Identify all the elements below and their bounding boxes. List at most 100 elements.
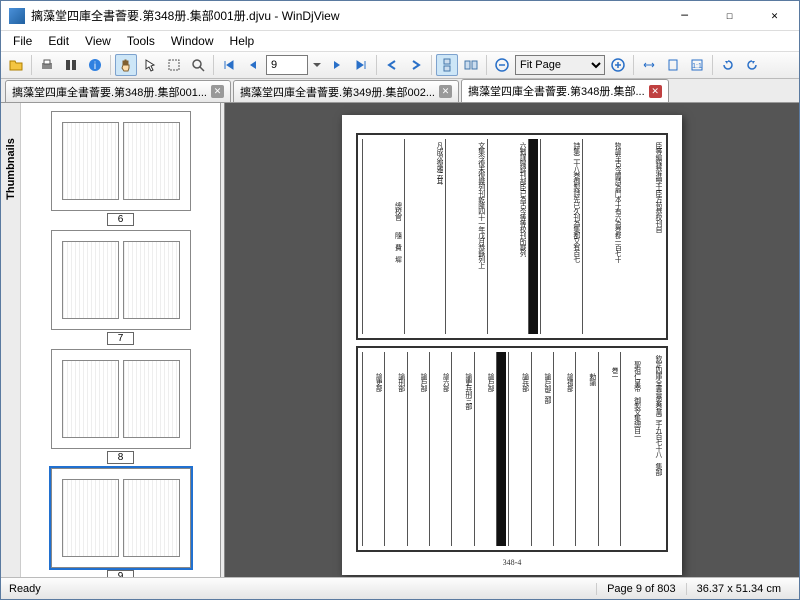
text-column: 物諭至古今體詩為門本十有六為巻都一百七十 [582, 139, 622, 334]
thumbnail[interactable]: 6 [51, 111, 191, 226]
tab-close-icon[interactable]: ✕ [649, 85, 662, 98]
thumbnail[interactable]: 7 [51, 230, 191, 345]
text-column: 諭刑部 [384, 352, 404, 547]
fit-width-icon[interactable] [638, 54, 660, 76]
menu-edit[interactable]: Edit [40, 32, 77, 50]
text-column: 巻一 [598, 352, 618, 547]
page-number-label: 348-4 [356, 558, 668, 567]
open-icon[interactable] [5, 54, 27, 76]
thumbnail-image [51, 230, 191, 330]
status-ready: Ready [9, 583, 596, 595]
first-page-icon[interactable] [218, 54, 240, 76]
binding-marker [496, 352, 506, 547]
svg-text:i: i [94, 61, 96, 72]
binding-marker [528, 139, 538, 334]
rotate-left-icon[interactable] [717, 54, 739, 76]
continuous-layout-icon[interactable] [436, 54, 458, 76]
sidebar-tab-label: Thumbnails [5, 138, 17, 200]
text-column: 諭禮部 [553, 352, 573, 547]
print-icon[interactable] [36, 54, 58, 76]
text-column: 總校官 隨 費 墀 [362, 139, 402, 334]
thumbnail-number: 9 [107, 570, 135, 577]
menu-view[interactable]: View [77, 32, 119, 50]
minimize-button[interactable]: ─ [662, 1, 707, 30]
rotate-right-icon[interactable] [741, 54, 763, 76]
text-column: 諭吏部 [362, 352, 382, 547]
tab-close-icon[interactable]: ✕ [211, 85, 224, 98]
page-viewer[interactable]: 臣等編錄恭進學士臣方苞恭校刊自物諭至古今體詩為門本十有六為巻都一百七十詩集二十八… [225, 103, 799, 577]
text-column: 文集今復未復幾列刊乾隆四十一年戊月恭錄列上 [445, 139, 485, 334]
tab-close-icon[interactable]: ✕ [439, 85, 452, 98]
actual-size-icon[interactable]: 1:1 [686, 54, 708, 76]
thumbnail[interactable]: 9 [51, 468, 191, 577]
tab-label: 摛藻堂四庫全書薈要.第348册.集部001... [12, 84, 207, 100]
hand-tool-icon[interactable] [115, 54, 137, 76]
text-column: 聖祖仁皇帝 御製文集總目一 [620, 352, 640, 547]
back-icon[interactable] [381, 54, 403, 76]
fit-page-icon[interactable] [662, 54, 684, 76]
toolbar: i Fit Page 1:1 [1, 51, 799, 79]
menu-file[interactable]: File [5, 32, 40, 50]
titlebar: 摛藻堂四庫全書薈要.第348册.集部001册.djvu - WinDjView … [1, 1, 799, 31]
document-tab[interactable]: 摛藻堂四庫全書薈要.第348册.集部... ✕ [461, 79, 669, 102]
last-page-icon[interactable] [350, 54, 372, 76]
text-column: 勅諭 [575, 352, 595, 547]
magnify-tool-icon[interactable] [187, 54, 209, 76]
maximize-button[interactable]: ☐ [707, 1, 752, 30]
tabbar: 摛藻堂四庫全書薈要.第348册.集部001...✕摛藻堂四庫全書薈要.第349册… [1, 79, 799, 103]
workspace: Thumbnails 6 7 8 9 臣等編錄恭進學士臣方苞恭校刊自物諭至古今體詩為門… [1, 103, 799, 577]
text-column: 凡成次復雅云耳 [404, 139, 444, 334]
menubar: FileEditViewToolsWindowHelp [1, 31, 799, 51]
marquee-tool-icon[interactable] [163, 54, 185, 76]
forward-icon[interactable] [405, 54, 427, 76]
close-button[interactable]: ✕ [752, 1, 797, 30]
thumbnail-number: 7 [107, 332, 135, 345]
page-bottom-block: 欽定四庫全書薈要巻萬二千九百七十八 集部 聖祖仁皇帝 御製文集總目一 巻一 勅諭… [356, 346, 668, 553]
text-column: 諭戶部 [407, 352, 427, 547]
next-page-icon[interactable] [326, 54, 348, 76]
text-column: 諭戶部二部 [531, 352, 551, 547]
zoom-in-icon[interactable] [607, 54, 629, 76]
sidebar: Thumbnails 6 7 8 9 [1, 103, 221, 577]
select-tool-icon[interactable] [139, 54, 161, 76]
tab-label: 摛藻堂四庫全書薈要.第348册.集部... [468, 83, 645, 99]
text-column: 欽定四庫全書薈要巻萬二千九百七十八 集部 [643, 352, 662, 547]
document-tab[interactable]: 摛藻堂四庫全書薈要.第349册.集部002... ✕ [233, 80, 459, 102]
thumbnail-image [51, 111, 191, 211]
app-icon [9, 8, 25, 24]
text-column: 諭吏兵刑三部 [451, 352, 471, 547]
info-icon[interactable]: i [84, 54, 106, 76]
thumbnail-image [51, 468, 191, 568]
window-title: 摛藻堂四庫全書薈要.第348册.集部001册.djvu - WinDjView [31, 7, 662, 24]
text-column: 六數謹歸録刊部臣已為古今等等校刊所載列 [487, 139, 527, 334]
menu-window[interactable]: Window [163, 32, 222, 50]
thumbnail[interactable]: 8 [51, 349, 191, 464]
page-top-block: 臣等編錄恭進學士臣方苞恭校刊自物諭至古今體詩為門本十有六為巻都一百七十詩集二十八… [356, 133, 668, 340]
menu-tools[interactable]: Tools [119, 32, 163, 50]
status-size: 36.37 x 51.34 cm [686, 583, 791, 595]
thumbnail-number: 6 [107, 213, 135, 226]
window-controls: ─ ☐ ✕ [662, 1, 797, 30]
statusbar: Ready Page 9 of 803 36.37 x 51.34 cm [1, 577, 799, 599]
thumbnail-list[interactable]: 6 7 8 9 [21, 103, 220, 577]
text-column: 臣等編錄恭進學士臣方苞恭校刊自 [623, 139, 662, 334]
text-column: 諭兵部 [508, 352, 528, 547]
text-column: 諭六部 [429, 352, 449, 547]
prev-page-icon[interactable] [242, 54, 264, 76]
document-tab[interactable]: 摛藻堂四庫全書薈要.第348册.集部001... ✕ [5, 80, 231, 102]
page-input[interactable] [266, 55, 308, 75]
zoom-select[interactable]: Fit Page [515, 55, 605, 75]
svg-text:1:1: 1:1 [692, 63, 702, 70]
sidebar-tab[interactable]: Thumbnails [1, 103, 21, 577]
facing-layout-icon[interactable] [460, 54, 482, 76]
tab-label: 摛藻堂四庫全書薈要.第349册.集部002... [240, 84, 435, 100]
document-page: 臣等編錄恭進學士臣方苞恭校刊自物諭至古今體詩為門本十有六為巻都一百七十詩集二十八… [342, 115, 682, 575]
thumbnail-number: 8 [107, 451, 135, 464]
status-page: Page 9 of 803 [596, 583, 686, 595]
text-column: 詩集二十八巻御製詩先已久刊為集都又有百七 [540, 139, 580, 334]
find-icon[interactable] [60, 54, 82, 76]
text-column: 諭戶部 [474, 352, 494, 547]
menu-help[interactable]: Help [222, 32, 263, 50]
zoom-out-icon[interactable] [491, 54, 513, 76]
page-dropdown-icon[interactable] [310, 54, 324, 76]
